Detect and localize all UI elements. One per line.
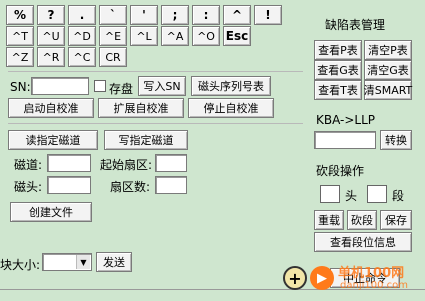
read-track-button[interactable]: 读指定磁道 — [8, 130, 98, 150]
track-input[interactable] — [47, 154, 91, 172]
key-colon[interactable]: : — [192, 5, 220, 25]
view-p-table-button[interactable]: 查看P表 — [314, 40, 362, 60]
view-g-table-button[interactable]: 查看G表 — [314, 60, 362, 80]
convert-button[interactable]: 转换 — [380, 130, 412, 150]
watermark-url: danji100.com — [340, 280, 408, 291]
sector-count-label: 扇区数: — [110, 180, 151, 194]
sn-input[interactable] — [31, 77, 89, 95]
block-size-label: 块大小: — [0, 258, 41, 272]
view-t-table-button[interactable]: 查看T表 — [314, 80, 362, 100]
kba-title: KBA->LLP — [316, 113, 376, 127]
watermark-brand: 单机100网 — [338, 266, 405, 281]
cut-seg-label: 段 — [392, 189, 405, 203]
key-ctrl-t[interactable]: ^T — [6, 26, 34, 46]
key-ctrl-a[interactable]: ^A — [161, 26, 189, 46]
reload-button[interactable]: 重载 — [314, 210, 344, 230]
cut-segment-button[interactable]: 砍段 — [347, 210, 377, 230]
plus-circle-icon: + — [283, 266, 307, 290]
watermark-logo-icon: ▶ — [310, 266, 334, 290]
head-serial-table-button[interactable]: 磁头序列号表 — [191, 76, 271, 96]
separator-middle — [8, 123, 303, 124]
key-caret[interactable]: ^ — [223, 5, 251, 25]
write-track-button[interactable]: 写指定磁道 — [104, 130, 188, 150]
extended-calibration-button[interactable]: 扩展自校准 — [98, 98, 184, 118]
key-semicolon[interactable]: ; — [161, 5, 189, 25]
watermark: + ▶ 单机100网 danji100.com — [282, 262, 422, 298]
start-calibration-button[interactable]: 启动自校准 — [8, 98, 94, 118]
key-exclamation[interactable]: ! — [254, 5, 282, 25]
send-button[interactable]: 发送 — [96, 252, 132, 272]
cut-section-title: 砍段操作 — [316, 164, 365, 178]
block-size-select[interactable]: ▼ — [42, 253, 92, 271]
key-cr[interactable]: CR — [99, 47, 127, 67]
key-ctrl-d[interactable]: ^D — [68, 26, 96, 46]
save-checkbox[interactable] — [94, 80, 106, 92]
clear-p-table-button[interactable]: 清空P表 — [364, 40, 412, 60]
cut-head-label: 头 — [345, 189, 358, 203]
key-percent[interactable]: % — [6, 5, 34, 25]
sector-count-input[interactable] — [155, 176, 187, 194]
start-sector-label: 起始扇区: — [100, 158, 153, 172]
defect-table-title: 缺陷表管理 — [325, 18, 386, 32]
view-segment-info-button[interactable]: 查看段位信息 — [314, 232, 412, 252]
head-label: 磁头: — [14, 180, 43, 194]
key-ctrl-u[interactable]: ^U — [37, 26, 65, 46]
cut-head-box[interactable] — [320, 185, 340, 203]
key-ctrl-o[interactable]: ^O — [192, 26, 220, 46]
create-file-button[interactable]: 创建文件 — [10, 202, 92, 222]
key-ctrl-e[interactable]: ^E — [99, 26, 127, 46]
start-sector-input[interactable] — [155, 154, 187, 172]
key-ctrl-c[interactable]: ^C — [68, 47, 96, 67]
key-apostrophe[interactable]: ' — [130, 5, 158, 25]
chevron-down-icon[interactable]: ▼ — [76, 255, 90, 269]
track-label: 磁道: — [14, 158, 43, 172]
stop-calibration-button[interactable]: 停止自校准 — [188, 98, 274, 118]
clear-g-table-button[interactable]: 清空G表 — [364, 60, 412, 80]
key-esc[interactable]: Esc — [223, 26, 251, 46]
key-ctrl-r[interactable]: ^R — [37, 47, 65, 67]
sn-label: SN: — [10, 80, 31, 94]
cut-seg-box[interactable] — [367, 185, 387, 203]
kba-input[interactable] — [314, 131, 376, 149]
save-checkbox-label: 存盘 — [109, 82, 134, 96]
key-backtick[interactable]: ` — [99, 5, 127, 25]
head-input[interactable] — [47, 176, 91, 194]
clear-smart-button[interactable]: 清SMART — [364, 80, 412, 100]
write-sn-button[interactable]: 写入SN — [138, 76, 186, 96]
separator-top — [8, 71, 303, 72]
save-button[interactable]: 保存 — [380, 210, 412, 230]
key-ctrl-l[interactable]: ^L — [130, 26, 158, 46]
key-period[interactable]: . — [68, 5, 96, 25]
key-ctrl-z[interactable]: ^Z — [6, 47, 34, 67]
key-question[interactable]: ? — [37, 5, 65, 25]
